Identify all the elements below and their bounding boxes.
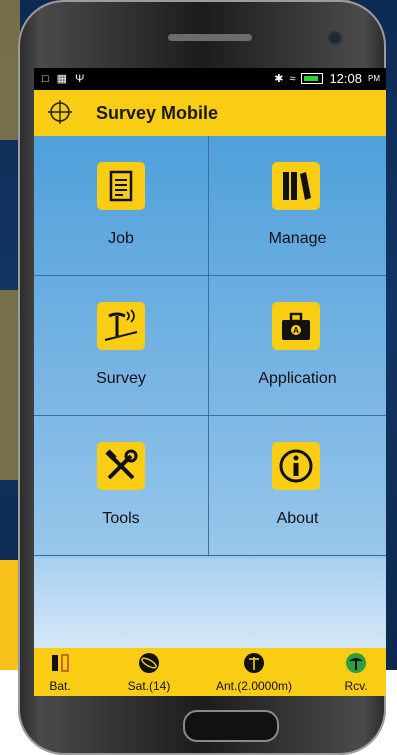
menu-label-about: About (276, 510, 319, 527)
status-toolbar: Bat. Sat.(14) Ant.(2.0000m) Rcv. (34, 648, 386, 696)
menu-label-manage: Manage (268, 230, 327, 247)
front-camera (330, 33, 340, 43)
home-button[interactable] (183, 710, 279, 742)
menu-tile-application[interactable]: A Application (209, 276, 386, 416)
phone-screen: □ ▦ Ψ ✱ ≈ 12:08 PM Survey Mobile Job Man… (34, 68, 386, 696)
crosshair-logo-icon (48, 100, 72, 124)
toolbox-icon: A (272, 302, 320, 350)
status-bar: □ ▦ Ψ ✱ ≈ 12:08 PM (34, 68, 386, 90)
earpiece-speaker (168, 34, 252, 41)
receiver-icon (346, 653, 366, 673)
clock-time: 12:08 (329, 71, 362, 86)
antenna-label: Ant.(2.0000m) (215, 679, 293, 693)
wifi-icon: ≈ (289, 72, 296, 85)
clock-ampm: PM (368, 74, 380, 83)
image-icon: ▦ (56, 73, 68, 85)
battery-status-button[interactable]: Bat. (40, 648, 80, 696)
info-icon (272, 442, 320, 490)
background-building-left (0, 0, 20, 140)
app-bar: Survey Mobile (34, 90, 386, 136)
empty-content-area (34, 558, 386, 648)
receiver-status-button[interactable]: Rcv. (334, 648, 378, 696)
satellite-icon (139, 653, 159, 673)
menu-label-application: Application (258, 370, 337, 387)
battery-icon (301, 73, 324, 84)
menu-tile-manage[interactable]: Manage (209, 136, 386, 276)
menu-label-tools: Tools (102, 510, 140, 527)
survey-pole-icon (97, 302, 145, 350)
svg-text:A: A (293, 326, 299, 335)
menu-label-job: Job (108, 230, 134, 247)
antenna-status-button[interactable]: Ant.(2.0000m) (204, 648, 304, 696)
books-icon (272, 162, 320, 210)
antenna-icon (244, 653, 264, 673)
battery-label: Bat. (49, 679, 71, 693)
menu-tile-job[interactable]: Job (34, 136, 209, 276)
usb-icon: Ψ (75, 73, 85, 85)
background-building-mid (0, 290, 20, 480)
document-icon (97, 162, 145, 210)
satellites-label: Sat.(14) (127, 679, 171, 693)
menu-label-survey: Survey (96, 370, 146, 387)
menu-tile-survey[interactable]: Survey (34, 276, 209, 416)
notification-icon: □ (42, 73, 49, 85)
app-title: Survey Mobile (96, 103, 219, 123)
battery-level-icon (52, 654, 69, 672)
menu-tile-about[interactable]: About (209, 416, 386, 556)
main-menu-grid: Job Manage Survey A Application Tools Ab… (34, 136, 386, 558)
wrench-hammer-icon (97, 442, 145, 490)
menu-tile-tools[interactable]: Tools (34, 416, 209, 556)
satellite-status-button[interactable]: Sat.(14) (114, 648, 184, 696)
bluetooth-icon: ✱ (274, 72, 284, 85)
receiver-label: Rcv. (344, 679, 368, 693)
